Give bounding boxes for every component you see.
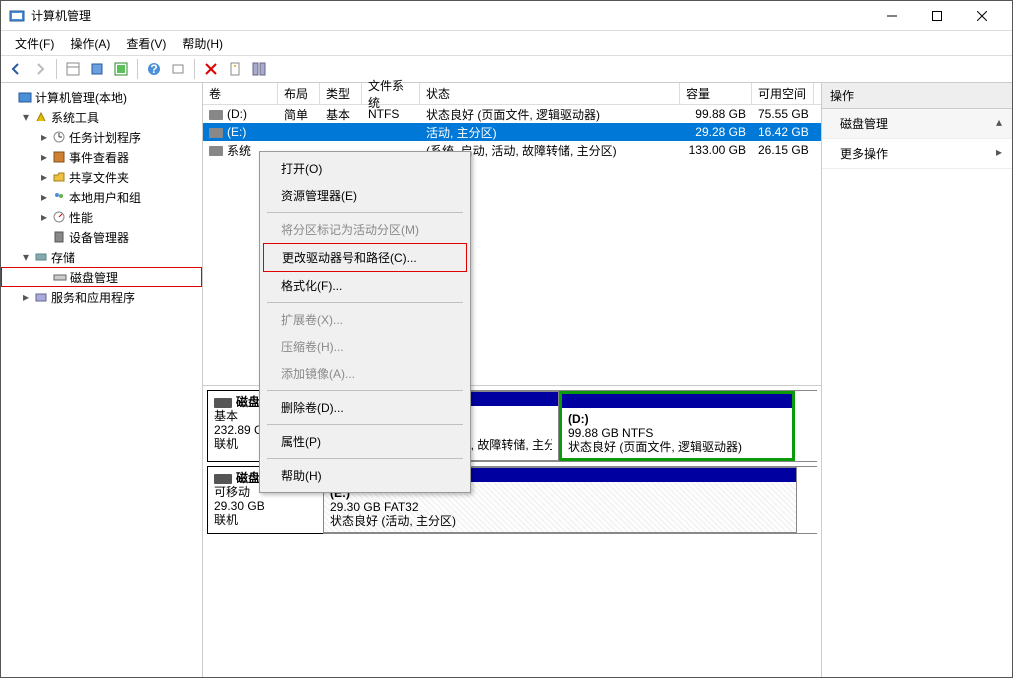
nav-tree: 计算机管理(本地) ▾系统工具 ▸任务计划程序 ▸事件查看器 ▸共享文件夹 ▸本… [1, 83, 203, 677]
delete-button[interactable] [200, 58, 222, 80]
maximize-button[interactable] [914, 1, 959, 31]
refresh-button[interactable] [86, 58, 108, 80]
ctx-change-drive-letter[interactable]: 更改驱动器号和路径(C)... [263, 243, 467, 272]
view-button-1[interactable] [62, 58, 84, 80]
partition-d[interactable]: (D:) 99.88 GB NTFS 状态良好 (页面文件, 逻辑驱动器) [559, 391, 795, 461]
tree-local-users[interactable]: ▸本地用户和组 [1, 187, 202, 207]
col-layout[interactable]: 布局 [278, 83, 320, 104]
ctx-mark-active: 将分区标记为活动分区(M) [263, 216, 467, 243]
volume-row-selected[interactable]: (E:) 活动, 主分区) 29.28 GB 16.42 GB [203, 123, 821, 141]
tree-storage[interactable]: ▾存储 [1, 247, 202, 267]
ctx-help[interactable]: 帮助(H) [263, 462, 467, 489]
actions-header: 操作 [822, 83, 1012, 109]
tree-performance[interactable]: ▸性能 [1, 207, 202, 227]
volume-headers: 卷 布局 类型 文件系统 状态 容量 可用空间 [203, 83, 821, 105]
volume-row[interactable]: (D:) 简单 基本 NTFS 状态良好 (页面文件, 逻辑驱动器) 99.88… [203, 105, 821, 123]
settings-button[interactable] [167, 58, 189, 80]
minimize-button[interactable] [869, 1, 914, 31]
menu-help[interactable]: 帮助(H) [174, 33, 231, 54]
tree-disk-management[interactable]: 磁盘管理 [1, 267, 202, 287]
context-menu: 打开(O) 资源管理器(E) 将分区标记为活动分区(M) 更改驱动器号和路径(C… [259, 151, 471, 493]
tree-root[interactable]: 计算机管理(本地) [1, 87, 202, 107]
close-button[interactable] [959, 1, 1004, 31]
col-fs[interactable]: 文件系统 [362, 83, 420, 104]
menu-file[interactable]: 文件(F) [7, 33, 62, 54]
forward-button[interactable] [29, 58, 51, 80]
col-status[interactable]: 状态 [420, 83, 680, 104]
titlebar: 计算机管理 [1, 1, 1012, 31]
ctx-open[interactable]: 打开(O) [263, 155, 467, 182]
app-icon [9, 8, 25, 24]
ctx-shrink: 压缩卷(H)... [263, 333, 467, 360]
tree-system-tools[interactable]: ▾系统工具 [1, 107, 202, 127]
actions-more[interactable]: 更多操作▸ [822, 139, 1012, 169]
ctx-mirror: 添加镜像(A)... [263, 360, 467, 387]
disk-icon [214, 474, 232, 484]
menu-action[interactable]: 操作(A) [62, 33, 118, 54]
menu-view[interactable]: 查看(V) [118, 33, 174, 54]
actions-section[interactable]: 磁盘管理▴ [822, 109, 1012, 139]
col-volume[interactable]: 卷 [203, 83, 278, 104]
tree-shared-folders[interactable]: ▸共享文件夹 [1, 167, 202, 187]
disk-icon [214, 398, 232, 408]
ctx-properties[interactable]: 属性(P) [263, 428, 467, 455]
tree-services-apps[interactable]: ▸服务和应用程序 [1, 287, 202, 307]
svg-text:?: ? [150, 62, 157, 76]
view-button-2[interactable] [110, 58, 132, 80]
help-button[interactable]: ? [143, 58, 165, 80]
ctx-delete-volume[interactable]: 删除卷(D)... [263, 394, 467, 421]
collapse-icon: ▴ [996, 115, 1002, 132]
ctx-extend: 扩展卷(X)... [263, 306, 467, 333]
window-title: 计算机管理 [31, 7, 869, 24]
back-button[interactable] [5, 58, 27, 80]
actions-pane: 操作 磁盘管理▴ 更多操作▸ [822, 83, 1012, 677]
properties-button[interactable] [224, 58, 246, 80]
menubar: 文件(F) 操作(A) 查看(V) 帮助(H) [1, 31, 1012, 55]
tree-device-manager[interactable]: 设备管理器 [1, 227, 202, 247]
col-capacity[interactable]: 容量 [680, 83, 752, 104]
col-free[interactable]: 可用空间 [752, 83, 814, 104]
tree-event-viewer[interactable]: ▸事件查看器 [1, 147, 202, 167]
ctx-explorer[interactable]: 资源管理器(E) [263, 182, 467, 209]
chevron-right-icon: ▸ [996, 145, 1002, 162]
layout-button[interactable] [248, 58, 270, 80]
tree-task-scheduler[interactable]: ▸任务计划程序 [1, 127, 202, 147]
col-type[interactable]: 类型 [320, 83, 362, 104]
ctx-format[interactable]: 格式化(F)... [263, 272, 467, 299]
toolbar: ? [1, 55, 1012, 83]
